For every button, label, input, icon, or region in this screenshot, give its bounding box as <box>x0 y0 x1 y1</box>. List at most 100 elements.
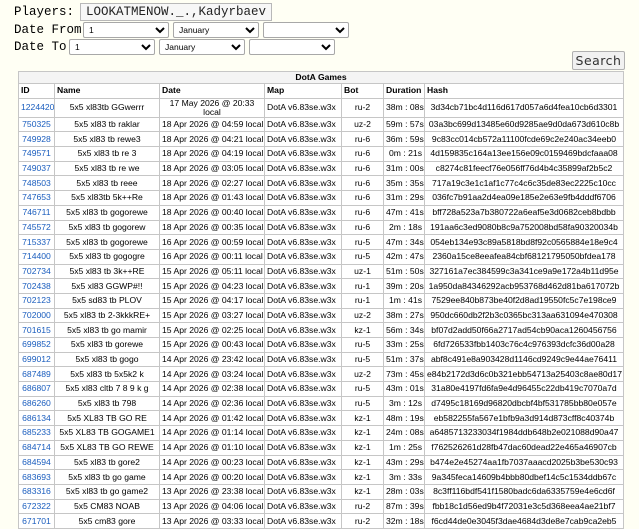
game-id-link[interactable]: 684714 <box>22 442 51 452</box>
game-date: 14 Apr 2026 @ 00:23 local <box>159 454 265 471</box>
game-date: 18 Apr 2026 @ 01:43 local <box>159 190 265 206</box>
col-header-date: Date <box>159 83 265 99</box>
game-row: 699852 5x5 xl83 tb gorewe 15 Apr 2026 @ 00… <box>18 337 624 353</box>
game-map: DotA v6.83se.w3x <box>264 190 342 206</box>
game-bot: kz-1 <box>341 469 384 485</box>
game-id-link[interactable]: 750325 <box>22 119 51 129</box>
game-id-cell: 686807 <box>18 381 55 397</box>
date-to-year-select[interactable] <box>249 38 335 55</box>
game-map: DotA v6.83se.w3x <box>264 395 342 412</box>
game-date: 13 Apr 2026 @ 23:38 local <box>159 483 265 500</box>
game-id-link[interactable]: 686134 <box>22 413 51 423</box>
game-name: 5x5 xl83 tb gore2 <box>54 454 160 471</box>
game-date: 15 Apr 2026 @ 04:23 local <box>159 278 265 294</box>
game-id-cell: 684594 <box>18 454 55 471</box>
game-id-link[interactable]: 748503 <box>22 178 51 188</box>
game-date: 16 Apr 2026 @ 00:59 local <box>159 234 265 250</box>
game-id-link[interactable]: 1224420 <box>21 102 54 112</box>
game-bot: uz-2 <box>341 116 384 133</box>
game-id-link[interactable]: 702438 <box>22 281 51 291</box>
game-name: 5x5 xl83 tb re we <box>54 160 160 177</box>
game-row: 749571 5x5 xl83 tb re 3 18 Apr 2026 @ 04:1… <box>18 146 624 162</box>
game-date: 15 Apr 2026 @ 00:43 local <box>159 337 265 353</box>
game-id-cell: 715337 <box>18 234 55 250</box>
game-date: 15 Apr 2026 @ 04:17 local <box>159 292 265 309</box>
game-id-link[interactable]: 702734 <box>22 266 51 276</box>
game-row: 702734 5x5 xl83 tb 3k++RE 15 Apr 2026 @ 05… <box>18 263 624 280</box>
date-from-month-select[interactable]: January <box>173 21 259 38</box>
game-name: 5x5 xl83 tb re 3 <box>54 146 160 162</box>
game-id-cell: 699852 <box>18 337 55 353</box>
game-date: 14 Apr 2026 @ 00:20 local <box>159 469 265 485</box>
game-row: 701615 5x5 xl83 tb go mamir 15 Apr 2026 @ … <box>18 322 624 339</box>
game-duration: 47m : 41s <box>383 204 425 221</box>
game-id-link[interactable]: 686807 <box>22 383 51 393</box>
game-id-link[interactable]: 747653 <box>22 192 51 202</box>
game-bot: uz-1 <box>341 263 384 280</box>
date-to-month-select[interactable]: January <box>159 38 245 55</box>
game-id-link[interactable]: 749928 <box>22 134 51 144</box>
game-name: 5x5 xl83 tb gogogre <box>54 248 160 265</box>
game-row: 671701 5x5 cm83 gore 13 Apr 2026 @ 03:33 l… <box>18 513 624 529</box>
game-id-link[interactable]: 699852 <box>22 339 51 349</box>
game-row: 684594 5x5 xl83 tb gore2 14 Apr 2026 @ 00:… <box>18 454 624 471</box>
game-id-cell: 702000 <box>18 307 55 324</box>
game-name: 5x5 XL83 TB GO REWE <box>54 439 160 456</box>
date-from-day-select[interactable]: 1 <box>83 21 169 38</box>
game-name: 5x5 xl83 tb reee <box>54 175 160 192</box>
game-duration: 2m : 18s <box>383 219 425 236</box>
game-id-link[interactable]: 745572 <box>22 222 51 232</box>
game-row: 685233 5x5 XL83 TB GOGAME1 14 Apr 2026 @ 0… <box>18 425 624 441</box>
game-id-link[interactable]: 672322 <box>22 501 51 511</box>
game-id-link[interactable]: 702000 <box>22 310 51 320</box>
game-name: 5x5 xl83 tb gogorewe <box>54 204 160 221</box>
game-id-cell: 746711 <box>18 204 55 221</box>
game-date: 18 Apr 2026 @ 02:27 local <box>159 175 265 192</box>
game-row: 749928 5x5 xl83 tb rewe3 18 Apr 2026 @ 04:… <box>18 131 624 148</box>
game-map: DotA v6.83se.w3x <box>264 381 342 397</box>
game-id-link[interactable]: 684594 <box>22 457 51 467</box>
game-id-link[interactable]: 714400 <box>22 251 51 261</box>
search-button[interactable]: Search <box>572 51 625 70</box>
game-map: DotA v6.83se.w3x <box>264 307 342 324</box>
game-duration: 39m : 20s <box>383 278 425 294</box>
game-name: 5x5 xl83 tb gogorew <box>54 219 160 236</box>
game-name: 5x5 xl83 cltb 7 8 9 k g <box>54 381 160 397</box>
game-duration: 51m : 50s <box>383 263 425 280</box>
game-row: 745572 5x5 xl83 tb gogorew 18 Apr 2026 @ 0… <box>18 219 624 236</box>
game-id-link[interactable]: 685233 <box>22 427 51 437</box>
game-id-cell: 702734 <box>18 263 55 280</box>
game-id-link[interactable]: 683693 <box>22 472 51 482</box>
game-id-cell: 745572 <box>18 219 55 236</box>
game-map: DotA v6.83se.w3x <box>264 469 342 485</box>
game-id-link[interactable]: 749037 <box>22 163 51 173</box>
game-map: DotA v6.83se.w3x <box>264 234 342 250</box>
col-header-name: Name <box>54 83 160 99</box>
game-id-link[interactable]: 687489 <box>22 369 51 379</box>
date-to-day-select[interactable]: 1 <box>69 38 155 55</box>
players-label: Players: <box>14 4 75 19</box>
game-id-link[interactable]: 683316 <box>22 486 51 496</box>
game-map: DotA v6.83se.w3x <box>264 97 342 118</box>
game-id-link[interactable]: 699012 <box>22 354 51 364</box>
game-id-link[interactable]: 701615 <box>22 325 51 335</box>
game-id-link[interactable]: 671701 <box>22 516 51 526</box>
game-hash: 950dc660db2f2b3c0365bc313aa631094e470308 <box>424 307 624 324</box>
game-id-link[interactable]: 749571 <box>22 148 51 158</box>
game-duration: 36m : 59s <box>383 131 425 148</box>
game-bot: ru-5 <box>341 395 384 412</box>
game-bot: ru-6 <box>341 190 384 206</box>
game-hash: 191aa6c3ed9080b8c9a752008bd58fa90320034b <box>424 219 624 236</box>
date-from-row: Date From: 1 January <box>14 21 353 38</box>
game-id-cell: 749571 <box>18 146 55 162</box>
game-id-link[interactable]: 702123 <box>22 295 51 305</box>
game-id-link[interactable]: 746711 <box>22 207 50 217</box>
game-map: DotA v6.83se.w3x <box>264 513 342 529</box>
date-from-year-select[interactable] <box>263 21 349 38</box>
game-bot: ru-2 <box>341 513 384 529</box>
game-id-link[interactable]: 686260 <box>22 398 51 408</box>
players-input[interactable]: LOOKATMENOW._.,Kadyrbaev <box>80 2 273 21</box>
game-id-link[interactable]: 715337 <box>22 237 51 247</box>
game-date: 18 Apr 2026 @ 00:40 local <box>159 204 265 221</box>
game-row: 1224420 5x5 xl83tb GGwerrr 17 May 2026 @ 2… <box>18 97 624 118</box>
